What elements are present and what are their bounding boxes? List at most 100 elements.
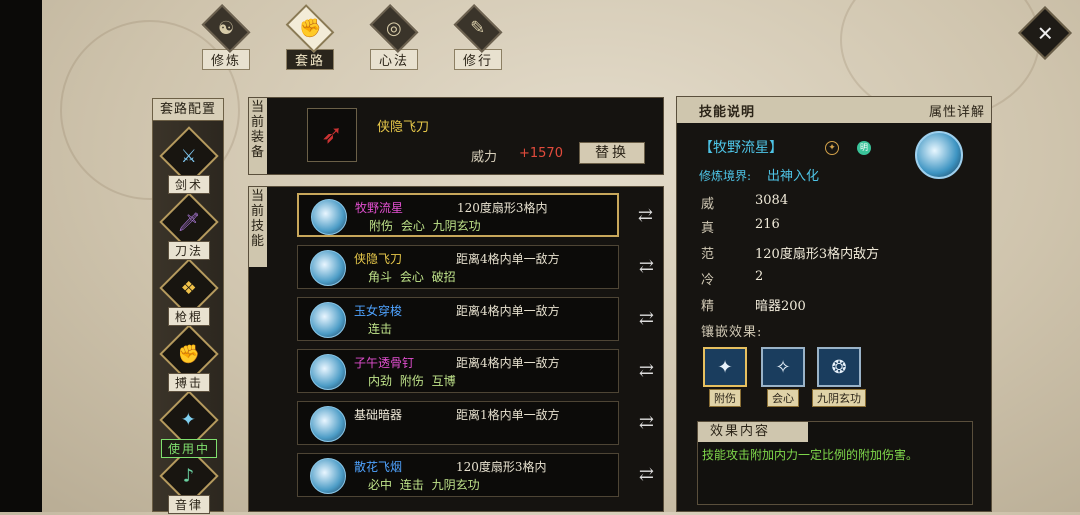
- skill-icon: [310, 354, 346, 390]
- inlay-critical-icon: ✧: [761, 347, 805, 387]
- tab-cultivate[interactable]: ☯ 修炼: [188, 4, 264, 70]
- power-label: 威力: [471, 150, 498, 165]
- category-sword[interactable]: ⚔ 剑术: [157, 126, 221, 195]
- detail-skill-name: 【牧野流星】: [699, 140, 783, 156]
- flying-knife-icon: ➶: [321, 120, 343, 150]
- equipment-slot[interactable]: ➶: [307, 108, 357, 162]
- swirl-icon: ◎: [386, 18, 402, 39]
- stat-value: 2: [755, 269, 764, 284]
- brush-icon: ✎: [470, 18, 486, 39]
- skill-range: 120度扇形3格内: [456, 460, 547, 474]
- category-label: 搏击: [167, 373, 210, 392]
- skill-icon: [310, 406, 346, 442]
- close-icon: ✕: [1036, 20, 1054, 45]
- swap-arrows-icon[interactable]: ⇄: [639, 464, 654, 485]
- inlay-nine-yin-icon: ❂: [817, 347, 861, 387]
- stat-value: 3084: [755, 193, 789, 208]
- skill-tags: 角斗 会心 破招: [368, 270, 456, 284]
- skill-row[interactable]: 玉女穿梭 距离4格内单一敌方 连击 ⇄: [297, 297, 654, 341]
- current-equipment-panel: 当前装备 ➶ 侠隐飞刀 威力 +1570 替换: [248, 97, 664, 175]
- skill-row[interactable]: 子午透骨钉 距离4格内单一敌方 内劲 附伤 互博 ⇄: [297, 349, 654, 393]
- category-fist[interactable]: ✊ 搏击: [157, 324, 221, 393]
- skill-icon: [311, 199, 347, 235]
- hidden-weapon-icon: ✦: [181, 409, 197, 431]
- inlay-title: 镶嵌效果:: [701, 325, 763, 340]
- inlay-slot[interactable]: ✦ 附伤: [699, 347, 751, 411]
- swap-button[interactable]: 替换: [579, 142, 645, 164]
- skill-name: 子午透骨钉: [354, 356, 415, 370]
- stat-value: 120度扇形3格内敌方: [755, 247, 880, 262]
- inlay-slot[interactable]: ✧ 会心: [757, 347, 809, 411]
- tab-label: 修炼: [201, 49, 250, 70]
- sword-icon: ⚔: [180, 145, 198, 167]
- category-spear[interactable]: ❖ 枪棍: [157, 258, 221, 327]
- stat-label: 冷: [701, 273, 715, 288]
- skill-range: 距离4格内单一敌方: [456, 356, 560, 370]
- tab-attribute-details[interactable]: 属性详解: [929, 101, 985, 120]
- skill-range: 距离1格内单一敌方: [456, 408, 560, 422]
- tab-label: 修行: [453, 49, 502, 70]
- category-in-use[interactable]: ✦ 使用中: [157, 390, 221, 459]
- tab-skill-description[interactable]: 技能说明: [699, 101, 755, 120]
- swap-arrows-icon[interactable]: ⇄: [639, 308, 654, 329]
- inlay-extra-damage-icon: ✦: [703, 347, 747, 387]
- tab-mind-method[interactable]: ◎ 心法: [356, 4, 432, 70]
- skill-icon: [310, 458, 346, 494]
- skill-name: 侠隐飞刀: [354, 252, 403, 266]
- skill-icon: [310, 250, 346, 286]
- stat-value: 216: [755, 217, 780, 232]
- music-icon: ♪: [183, 465, 195, 487]
- skill-detail-panel: 技能说明 属性详解 【牧野流星】 ✦ 明 修炼境界: 出神入化 威 3084 真 21…: [676, 96, 992, 512]
- skill-row[interactable]: 散花飞烟 120度扇形3格内 必中 连击 九阴玄功 ⇄: [297, 453, 654, 497]
- inlay-label: 附伤: [709, 389, 741, 407]
- skill-name: 基础暗器: [354, 408, 403, 422]
- tab-label: 心法: [369, 49, 418, 70]
- swap-arrows-icon[interactable]: ⇄: [639, 412, 654, 433]
- compass-badge-icon: ✦: [825, 141, 839, 155]
- current-skills-panel: 当前技能 牧野流星 120度扇形3格内 附伤 会心 九阴玄功 ⇄ 侠隐飞刀 距离4格内单…: [248, 186, 664, 512]
- skill-row[interactable]: 牧野流星 120度扇形3格内 附伤 会心 九阴玄功 ⇄: [297, 193, 653, 237]
- category-title: 套路配置: [153, 99, 223, 121]
- stat-label: 威: [701, 197, 715, 212]
- category-label: 音律: [167, 495, 210, 514]
- stat-label: 精: [701, 299, 715, 314]
- skill-tags: 必中 连击 九阴玄功: [368, 478, 480, 492]
- inlay-label: 九阴玄功: [812, 389, 866, 407]
- realm-label: 修炼境界:: [699, 169, 752, 183]
- category-blade[interactable]: 🗡 刀法: [157, 192, 221, 261]
- skill-row[interactable]: 基础暗器 距离1格内单一敌方 ⇄: [297, 401, 654, 445]
- inlay-label: 会心: [767, 389, 799, 407]
- routine-category-column: 套路配置 ⚔ 剑术 🗡 刀法 ❖ 枪棍 ✊ 搏击 ✦ 使用中 ♪ 音律: [152, 98, 224, 515]
- stat-row: 真 216: [701, 217, 780, 236]
- ming-badge-icon: 明: [857, 141, 871, 155]
- stat-label: 范: [701, 247, 715, 262]
- skill-tags: 内劲 附伤 互博: [368, 374, 456, 388]
- effect-title: 效果内容: [698, 422, 808, 442]
- swap-arrows-icon[interactable]: ⇄: [639, 360, 654, 381]
- top-tab-bar: ☯ 修炼 ✊ 套路 ◎ 心法 ✎ 修行: [188, 4, 516, 70]
- skill-range: 距离4格内单一敌方: [456, 252, 560, 266]
- left-black-bar: [0, 0, 42, 512]
- category-music[interactable]: ♪ 音律: [157, 446, 221, 515]
- realm-line: 修炼境界: 出神入化: [699, 165, 819, 184]
- equipment-name: 侠隐飞刀: [377, 120, 430, 135]
- swap-arrows-icon[interactable]: ⇄: [639, 256, 654, 277]
- category-label: 枪棍: [167, 307, 210, 326]
- tab-label: 套路: [285, 49, 334, 70]
- swap-arrows-icon[interactable]: ⇄: [638, 205, 653, 226]
- inlay-slot[interactable]: ❂ 九阴玄功: [812, 347, 866, 411]
- skill-range: 距离4格内单一敌方: [456, 304, 560, 318]
- tab-practice[interactable]: ✎ 修行: [440, 4, 516, 70]
- effect-text: 技能攻击附加内力一定比例的附加伤害。: [702, 448, 919, 462]
- blade-icon: 🗡: [177, 211, 201, 233]
- tab-routines[interactable]: ✊ 套路: [272, 4, 348, 70]
- skill-tags: 连击: [368, 322, 393, 336]
- fist-icon: ✊: [177, 343, 201, 365]
- stat-value: 暗器200: [755, 299, 806, 314]
- skill-row[interactable]: 侠隐飞刀 距离4格内单一敌方 角斗 会心 破招 ⇄: [297, 245, 654, 289]
- fist-icon: ✊: [298, 17, 322, 39]
- spear-icon: ❖: [180, 277, 198, 299]
- detail-header: 技能说明 属性详解: [677, 97, 991, 123]
- stat-label: 真: [701, 221, 715, 236]
- skill-icon: [310, 302, 346, 338]
